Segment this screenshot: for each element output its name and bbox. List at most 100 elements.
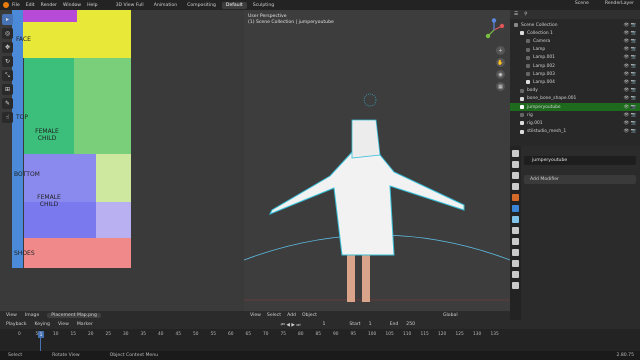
viewport-menu-select[interactable]: Select bbox=[267, 313, 281, 318]
transform-orientation-selector[interactable]: Global bbox=[443, 313, 458, 318]
outliner-row[interactable]: rig.001 👁 📷 bbox=[510, 119, 640, 127]
uv-menu-image[interactable]: Image bbox=[25, 313, 39, 318]
outliner-row[interactable]: jumperyoutube 👁 📷 bbox=[510, 103, 640, 111]
image-selector[interactable]: Placement Map.png bbox=[47, 313, 101, 318]
visibility-toggle-icon[interactable]: 👁 📷 bbox=[624, 121, 636, 126]
select-tool-icon[interactable]: ▸ bbox=[2, 14, 13, 25]
cursor-tool-icon[interactable]: ◎ bbox=[2, 28, 13, 39]
visibility-toggle-icon[interactable]: 👁 📷 bbox=[624, 47, 636, 52]
object-type-icon bbox=[526, 64, 530, 68]
outliner-row[interactable]: body 👁 📷 bbox=[510, 87, 640, 95]
navigation-gizmo[interactable] bbox=[482, 18, 506, 44]
properties-tab-icon[interactable] bbox=[512, 282, 519, 289]
visibility-toggle-icon[interactable]: 👁 📷 bbox=[624, 129, 636, 134]
blender-logo-icon[interactable] bbox=[3, 2, 9, 8]
outliner-row[interactable]: Lamp.002 👁 📷 bbox=[510, 62, 640, 70]
properties-tab-icon[interactable] bbox=[512, 205, 519, 212]
properties-tab-icon[interactable] bbox=[512, 227, 519, 234]
rotate-tool-icon[interactable]: ↻ bbox=[2, 56, 13, 67]
outliner-row[interactable]: rig 👁 📷 bbox=[510, 111, 640, 119]
timeline-tick-label: 60 bbox=[228, 332, 234, 337]
timeline-tick-label: 80 bbox=[298, 332, 304, 337]
outliner-row-label: bone_bone_shape.001 bbox=[527, 96, 577, 102]
tab-sculpting[interactable]: Sculpting bbox=[249, 2, 278, 9]
scale-tool-icon[interactable]: ⤡ bbox=[2, 70, 13, 81]
object-type-icon bbox=[526, 55, 530, 60]
outliner-row[interactable]: Camera 👁 📷 bbox=[510, 37, 640, 45]
outliner-row[interactable]: Lamp.004 👁 📷 bbox=[510, 78, 640, 86]
properties-tab-icon[interactable] bbox=[512, 216, 519, 223]
uv-texture-image[interactable]: FACE TOP FEMALE CHILD BOTTOM FEMALE CHIL… bbox=[12, 10, 131, 268]
outliner-row[interactable]: bone_bone_shape.001 👁 📷 bbox=[510, 95, 640, 103]
visibility-toggle-icon[interactable]: 👁 📷 bbox=[624, 31, 636, 36]
visibility-toggle-icon[interactable]: 👁 📷 bbox=[624, 96, 636, 101]
playhead[interactable]: 1 bbox=[38, 331, 44, 338]
visibility-toggle-icon[interactable]: 👁 📷 bbox=[624, 80, 636, 85]
timeline-menu-keying[interactable]: Keying bbox=[35, 322, 50, 327]
visibility-toggle-icon[interactable]: 👁 📷 bbox=[624, 39, 636, 44]
grab-tool-icon[interactable]: ☝ bbox=[2, 112, 13, 123]
visibility-toggle-icon[interactable]: 👁 📷 bbox=[624, 23, 636, 28]
properties-tab-icon[interactable] bbox=[512, 150, 519, 157]
grid-view-icon[interactable]: ▦ bbox=[496, 82, 505, 91]
properties-tab-icon[interactable] bbox=[512, 249, 519, 256]
visibility-toggle-icon[interactable]: 👁 📷 bbox=[624, 105, 636, 110]
playhead-line bbox=[40, 338, 41, 351]
properties-tab-icon[interactable] bbox=[512, 172, 519, 179]
outliner-row[interactable]: Lamp.001 👁 📷 bbox=[510, 54, 640, 62]
viewport-menu-object[interactable]: Object bbox=[302, 313, 317, 318]
timeline-tick-label: 25 bbox=[105, 332, 111, 337]
menu-file[interactable]: File bbox=[12, 3, 20, 8]
transform-tool-icon[interactable]: ⊞ bbox=[2, 84, 13, 95]
uv-shoes-region bbox=[24, 238, 131, 268]
visibility-toggle-icon[interactable]: 👁 📷 bbox=[624, 55, 636, 60]
properties-tab-icon[interactable] bbox=[512, 271, 519, 278]
outliner-row[interactable]: Lamp.003 👁 📷 bbox=[510, 70, 640, 78]
properties-tab-icon[interactable] bbox=[512, 183, 519, 190]
start-frame-field[interactable]: 1 bbox=[369, 322, 372, 327]
viewport-menu-view[interactable]: View bbox=[250, 313, 261, 318]
3d-viewport[interactable]: User Perspective (1) Scene Collection | … bbox=[244, 10, 510, 311]
properties-tab-icon[interactable] bbox=[512, 161, 519, 168]
uv-menu-view[interactable]: View bbox=[6, 313, 17, 318]
tab-animation[interactable]: Animation bbox=[150, 2, 181, 9]
timeline-menu-playback[interactable]: Playback bbox=[6, 322, 27, 327]
playback-controls[interactable]: ⏮ ◀ ▶ ⏭ bbox=[281, 322, 301, 328]
tab-default[interactable]: Default bbox=[221, 1, 247, 9]
visibility-toggle-icon[interactable]: 👁 📷 bbox=[624, 88, 636, 93]
menu-window[interactable]: Window bbox=[63, 3, 81, 8]
timeline-menu-marker[interactable]: Marker bbox=[77, 322, 93, 327]
view-layer-selector[interactable]: RenderLayer bbox=[605, 1, 634, 6]
current-frame-field[interactable]: 1 bbox=[322, 322, 325, 327]
properties-tab-icon[interactable] bbox=[512, 194, 519, 201]
menu-render[interactable]: Render bbox=[41, 3, 57, 8]
outliner-display-mode-icon[interactable]: ☰ bbox=[514, 12, 518, 17]
scene-selector[interactable]: Scene bbox=[575, 1, 589, 6]
annotate-tool-icon[interactable]: ✎ bbox=[2, 98, 13, 109]
object-name-field[interactable]: jumperyoutube bbox=[524, 156, 636, 165]
viewport-menu-add[interactable]: Add bbox=[287, 313, 296, 318]
menu-help[interactable]: Help bbox=[87, 3, 97, 8]
properties-tab-icon[interactable] bbox=[512, 260, 519, 267]
outliner-row[interactable]: stilstudio_mesh_1 👁 📷 bbox=[510, 128, 640, 136]
pan-icon[interactable]: ✋ bbox=[496, 58, 505, 67]
properties-tab-icon[interactable] bbox=[512, 238, 519, 245]
outliner-filter-icon[interactable]: ⚲ bbox=[524, 12, 527, 17]
zoom-icon[interactable]: + bbox=[496, 46, 505, 55]
visibility-toggle-icon[interactable]: 👁 📷 bbox=[624, 72, 636, 77]
tab-compositing[interactable]: Compositing bbox=[183, 2, 220, 9]
outliner-row-label: stilstudio_mesh_1 bbox=[527, 129, 567, 135]
tab-3d-view-full[interactable]: 3D View Full bbox=[112, 2, 148, 9]
end-frame-field[interactable]: 250 bbox=[406, 322, 415, 327]
timeline-menu-view[interactable]: View bbox=[58, 322, 69, 327]
move-tool-icon[interactable]: ✥ bbox=[2, 42, 13, 53]
outliner-row[interactable]: Collection 1 👁 📷 bbox=[510, 29, 640, 37]
properties-editor[interactable] bbox=[510, 146, 640, 320]
outliner-row[interactable]: Lamp 👁 📷 bbox=[510, 46, 640, 54]
add-modifier-button[interactable]: Add Modifier bbox=[524, 175, 636, 184]
visibility-toggle-icon[interactable]: 👁 📷 bbox=[624, 113, 636, 118]
visibility-toggle-icon[interactable]: 👁 📷 bbox=[624, 64, 636, 69]
camera-view-icon[interactable]: ◉ bbox=[496, 70, 505, 79]
outliner-row[interactable]: Scene Collection 👁 📷 bbox=[510, 21, 640, 29]
menu-edit[interactable]: Edit bbox=[26, 3, 35, 8]
